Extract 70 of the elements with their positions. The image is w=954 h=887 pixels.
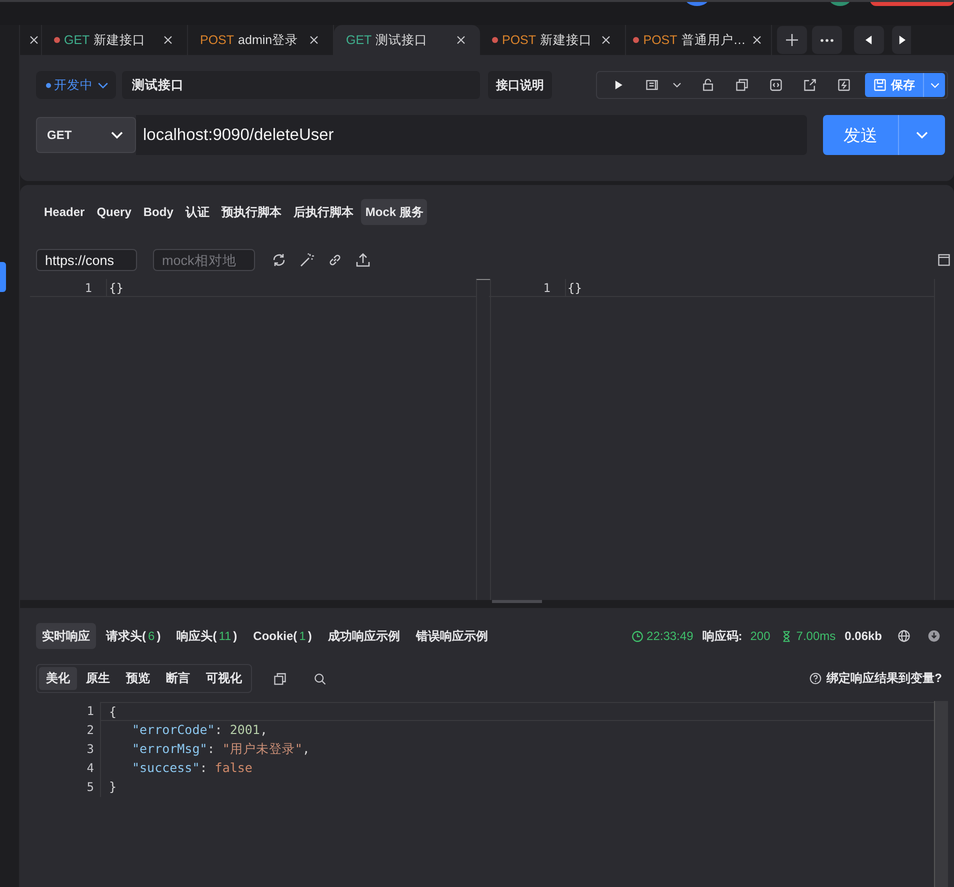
panel-icon [937,253,951,267]
scrollbar[interactable] [934,701,948,887]
response-tab[interactable]: 成功响应示例 [322,623,406,649]
code-icon [769,78,783,92]
scrollbar[interactable] [476,279,490,600]
request-section-tab[interactable]: Query [92,199,136,225]
new-tab-button[interactable] [777,26,807,54]
line-number: 4 [86,760,95,777]
response-duration: 7.00ms [780,629,836,643]
mock-url-field[interactable]: https://cons [36,249,137,271]
request-section-tab[interactable]: 预执行脚本 [217,199,286,225]
next-tab-button[interactable] [892,26,911,54]
mock-path-field[interactable]: mock相对地 [153,249,255,271]
link-icon [327,252,343,268]
request-tab[interactable]: GET 测试接口 [334,25,480,55]
status-code: 200 [750,629,770,643]
name-field[interactable]: 测试接口 [122,71,480,99]
view-mode-tab[interactable]: 预览 [119,667,157,690]
code-editor[interactable]: 1 {} [488,279,948,600]
download-icon [927,629,941,643]
request-section-tab[interactable]: Mock 服务 [361,199,428,225]
code-editor[interactable]: 1 {} [30,279,490,600]
response-tab[interactable]: Cookie( 1 ) [247,623,318,649]
line-number: 1 [86,703,95,720]
request-section-tab[interactable]: 认证 [181,199,214,225]
line-number: 3 [86,741,95,758]
copy-icon [273,672,287,686]
document-icon [645,78,659,92]
upload-icon [355,252,371,268]
more-icon [820,38,834,42]
method-dropdown[interactable]: GET [36,117,136,153]
response-tab[interactable]: 请求头( 6 ) [100,623,167,649]
view-mode-tab[interactable]: 断言 [159,667,197,690]
more-button[interactable] [812,26,842,54]
url-field[interactable]: localhost:9090/deleteUser [136,115,807,155]
request-section-tab[interactable]: Header [36,199,89,225]
magic-wand-icon [299,252,315,268]
line-number: 1 [84,280,93,296]
response-tab[interactable]: 实时响应 [36,623,96,649]
refresh-icon [271,252,287,268]
response-tab[interactable]: 响应头( 11 ) [170,623,244,649]
resize-handle[interactable] [492,600,542,603]
line-number: 1 [542,280,552,296]
view-mode-tab[interactable]: 可视化 [199,667,249,690]
globe-icon [897,629,911,643]
unlock-icon [701,78,715,92]
previous-tab-button[interactable] [854,26,884,54]
copy-icon [735,78,749,92]
sidebar-indicator [0,262,6,292]
code-line: { [100,702,934,721]
help-icon [808,672,822,685]
save-icon [873,78,887,92]
clock-icon [630,630,644,642]
search-icon [313,672,327,686]
view-mode-tab[interactable]: 美化 [39,667,77,690]
share-icon [803,78,817,92]
response-tab[interactable]: 错误响应示例 [410,623,494,649]
response-size: 0.06kb [844,629,882,643]
line-number: 5 [86,779,95,796]
status-code-label: 响应码: [702,628,742,644]
doc-button[interactable]: 接口说明 [488,71,552,99]
response-time: 22:33:49 [630,629,694,643]
view-mode-tab[interactable]: 原生 [79,667,117,690]
plus-icon [784,32,800,48]
line-number: 2 [86,722,95,739]
status-dropdown[interactable]: 开发中 [36,71,116,99]
request-section-tab[interactable]: Body [139,199,178,225]
bind-variable-link[interactable]: 绑定响应结果到变量? [808,670,942,687]
lightning-icon [837,78,851,92]
request-section-tab[interactable]: 后执行脚本 [289,199,358,225]
